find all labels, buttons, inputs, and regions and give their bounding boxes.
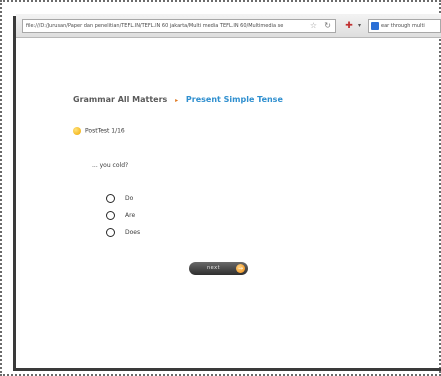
arrow-right-icon: → <box>236 264 245 273</box>
bookmark-star-icon[interactable]: ☆ <box>310 20 317 32</box>
yellow-dot-icon <box>73 127 81 135</box>
next-button-label: next <box>207 265 221 271</box>
search-engine-icon[interactable] <box>371 22 379 30</box>
question-text: ... you cold? <box>92 162 129 169</box>
addon-icon[interactable]: ✚ <box>342 20 356 32</box>
option-does[interactable]: Does <box>106 228 140 238</box>
posttest-counter: PostTest 1/16 <box>73 127 125 135</box>
reload-icon[interactable]: ↻ <box>324 20 331 32</box>
section-title: Present Simple Tense <box>185 95 283 104</box>
search-input[interactable]: ear through multi <box>368 19 441 33</box>
option-label: Do <box>125 195 134 202</box>
posttest-label: PostTest 1/16 <box>85 127 125 135</box>
option-do[interactable]: Do <box>106 194 133 204</box>
browser-toolbar: file:///D:/Jurusan/Paper dan penelitian/… <box>16 14 441 38</box>
screenshot-frame <box>0 0 441 376</box>
window-bottom-border <box>13 368 441 371</box>
radio-button[interactable] <box>106 194 115 203</box>
window-left-border <box>13 16 16 370</box>
breadcrumb: Grammar All Matters ▸ Present Simple Ten… <box>73 95 283 104</box>
breadcrumb-separator: ▸ <box>175 97 179 104</box>
url-bar[interactable]: file:///D:/Jurusan/Paper dan penelitian/… <box>22 19 336 33</box>
radio-button[interactable] <box>106 211 115 220</box>
search-text: ear through multi <box>381 23 425 29</box>
option-label: Are <box>125 212 136 219</box>
url-text: file:///D:/Jurusan/Paper dan penelitian/… <box>26 23 284 29</box>
option-label: Does <box>125 229 141 236</box>
app-title: Grammar All Matters <box>73 95 168 104</box>
radio-button[interactable] <box>106 228 115 237</box>
chevron-down-icon[interactable]: ▾ <box>358 20 361 32</box>
option-are[interactable]: Are <box>106 211 135 221</box>
next-button[interactable]: next → <box>189 262 248 275</box>
